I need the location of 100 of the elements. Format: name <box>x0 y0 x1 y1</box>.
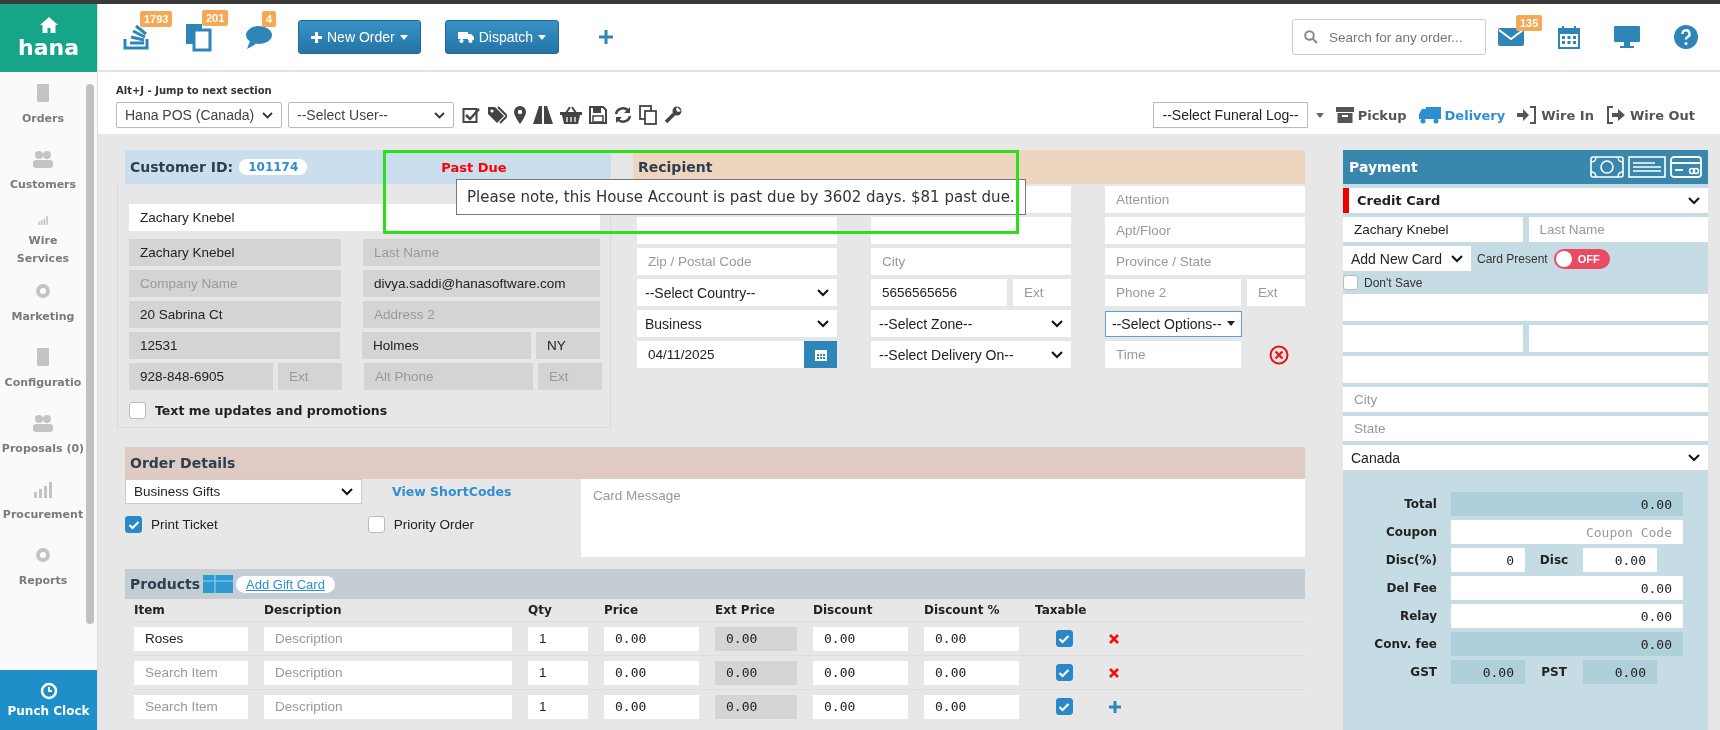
order-type-tab[interactable]: Pickup <box>1335 106 1407 124</box>
checkbox[interactable] <box>125 516 142 533</box>
add-gift-card-link[interactable]: Add Gift Card <box>236 575 335 593</box>
input-field[interactable]: Last Name <box>363 239 600 266</box>
discount-field[interactable]: 0.00 <box>813 694 908 719</box>
plus-icon[interactable] <box>599 30 614 44</box>
discount-percent-field[interactable]: 0.00 <box>924 626 1019 651</box>
payment-method-dropdown[interactable]: Credit Card <box>1343 188 1708 213</box>
order-type-tab[interactable]: Wire Out <box>1605 106 1695 124</box>
amount-field[interactable]: 0.00 <box>1583 548 1657 572</box>
options-dropdown[interactable]: --Select Options-- <box>1105 310 1242 337</box>
description-field[interactable]: Description <box>264 694 512 719</box>
amount-field[interactable]: Coupon Code <box>1451 520 1683 544</box>
card-present-toggle[interactable]: OFF <box>1553 248 1610 269</box>
remove-icon[interactable] <box>1269 344 1289 365</box>
card-number-field[interactable] <box>1343 294 1708 321</box>
dropdown[interactable]: --Select Country-- <box>637 279 837 306</box>
input-field[interactable]: Phone 2 <box>1105 279 1241 306</box>
store-select[interactable]: Hana POS (Canada) <box>116 102 282 128</box>
map-pin-icon[interactable] <box>514 106 526 124</box>
input-field[interactable]: NY <box>536 332 600 359</box>
checkbox-icon[interactable] <box>462 106 480 124</box>
input-field[interactable]: Zachary Knebel <box>129 239 342 266</box>
copy-icon[interactable] <box>639 105 657 125</box>
cash-icon[interactable] <box>1590 156 1624 178</box>
input-field[interactable]: 12531 <box>129 332 340 359</box>
check-icon[interactable] <box>1628 156 1666 178</box>
checkbox[interactable] <box>129 402 146 419</box>
taxable-checkbox[interactable] <box>1055 698 1073 715</box>
expiry-field[interactable] <box>1343 325 1523 352</box>
dropdown[interactable]: --Select Zone-- <box>871 310 1071 337</box>
taxable-checkbox[interactable] <box>1055 630 1073 647</box>
input-field[interactable]: 928-848-6905 <box>129 363 273 390</box>
menu-item[interactable]: Orders <box>1 110 85 128</box>
amount-field[interactable]: 0.00 <box>1451 604 1683 628</box>
help-icon[interactable] <box>1674 25 1698 49</box>
price-field[interactable]: 0.00 <box>604 694 699 719</box>
first-name-field[interactable]: Zachary Knebel <box>1343 217 1523 242</box>
chat-icon[interactable] <box>244 23 274 51</box>
cvv-field[interactable] <box>1528 325 1708 352</box>
menu-item[interactable]: Configuratio <box>1 374 85 392</box>
price-field[interactable]: 0.00 <box>604 660 699 685</box>
item-field[interactable]: Search Item <box>134 694 248 719</box>
menu-item[interactable]: Proposals (0) <box>1 440 85 458</box>
input-field[interactable]: divya.saddi@hanasoftware.com <box>363 270 600 297</box>
state-field[interactable]: State <box>1343 416 1708 441</box>
qty-field[interactable]: 1 <box>528 694 588 719</box>
monitor-icon[interactable] <box>1614 25 1640 49</box>
input-field[interactable]: Company Name <box>129 270 342 297</box>
funeral-log-select[interactable]: --Select Funeral Log-- <box>1153 102 1308 128</box>
input-field[interactable]: Zip / Postal Code <box>637 248 837 275</box>
mail-icon[interactable] <box>1498 27 1524 47</box>
user-select[interactable]: --Select User-- <box>288 102 454 128</box>
calendar-icon[interactable] <box>1558 25 1580 49</box>
input-field[interactable]: Apt/Floor <box>1105 217 1305 244</box>
copy-icon[interactable] <box>184 22 212 52</box>
last-name-field[interactable]: Last Name <box>1528 217 1708 242</box>
discount-field[interactable]: 0.00 <box>813 626 908 651</box>
menu-item[interactable]: Procurement <box>1 506 85 524</box>
refresh-icon[interactable] <box>614 106 632 124</box>
input-field[interactable]: Ext <box>278 363 342 390</box>
description-field[interactable]: Description <box>264 660 512 685</box>
time-field[interactable]: Time <box>1105 341 1241 368</box>
amount-field[interactable]: 0.00 <box>1451 576 1683 600</box>
input-field[interactable]: Ext <box>1247 279 1305 306</box>
calendar-button[interactable] <box>804 341 837 368</box>
menu-button[interactable]: New Order <box>298 20 421 54</box>
stack-icon[interactable] <box>122 23 152 51</box>
dropdown[interactable]: Business <box>637 310 837 337</box>
item-field[interactable]: Search Item <box>134 660 248 685</box>
input-field[interactable]: Address 2 <box>363 301 600 328</box>
caret-icon[interactable] <box>1315 112 1324 118</box>
menu-item[interactable]: Wire Services <box>1 232 85 268</box>
input-field[interactable]: Province / State <box>1105 248 1305 275</box>
country-dropdown[interactable]: Canada <box>1343 445 1708 470</box>
menu-item[interactable]: Reports <box>1 572 85 590</box>
discount-percent-field[interactable]: 0.00 <box>924 660 1019 685</box>
punch-clock-button[interactable]: Punch Clock <box>0 670 97 730</box>
input-field[interactable]: Holmes <box>362 332 531 359</box>
item-field[interactable]: Roses <box>134 626 248 651</box>
dropdown[interactable]: --Select Delivery On-- <box>871 341 1071 368</box>
input-field[interactable]: Ext <box>1013 279 1071 306</box>
add-icon[interactable] <box>1109 700 1121 713</box>
menu-item[interactable]: Marketing <box>1 308 85 326</box>
price-field[interactable]: 0.00 <box>604 626 699 651</box>
description-field[interactable]: Description <box>264 626 512 651</box>
input-field[interactable]: Alt Phone <box>364 363 533 390</box>
input-field[interactable]: 5656565656 <box>871 279 1007 306</box>
input-field[interactable]: Ext <box>538 363 602 390</box>
discount-field[interactable]: 0.00 <box>813 660 908 685</box>
tags-icon[interactable] <box>487 106 507 124</box>
checkbox[interactable] <box>1343 275 1358 290</box>
order-type-tab[interactable]: Wire In <box>1517 106 1594 124</box>
delete-icon[interactable] <box>1109 667 1119 678</box>
occasion-dropdown[interactable]: Business Gifts <box>125 479 362 504</box>
credit-card-icon[interactable] <box>1670 156 1702 178</box>
address-field[interactable] <box>1343 356 1708 383</box>
city-field[interactable]: City <box>1343 387 1708 412</box>
date-field[interactable]: 04/11/2025 <box>637 341 804 368</box>
delete-icon[interactable] <box>1109 633 1119 644</box>
